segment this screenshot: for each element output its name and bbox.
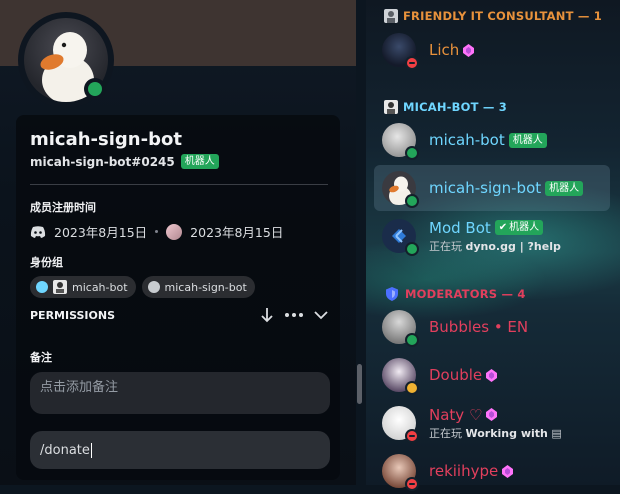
member-name: Double <box>429 366 483 384</box>
server-boost-icon <box>463 43 475 57</box>
user-profile-popout: micah-sign-bot micah-sign-bot#0245 机器人 成… <box>0 0 362 485</box>
text-caret <box>90 442 92 458</box>
member-name: micah-sign-bot <box>429 179 542 197</box>
roles-heading: 身份组 <box>30 256 63 269</box>
role-list: micah-bot micah-sign-bot <box>30 276 255 298</box>
note-input[interactable]: 点击添加备注 <box>30 372 330 414</box>
member-group-header: MODERATORS — 4 <box>384 286 526 302</box>
message-input-value: /donate <box>40 442 90 458</box>
bot-badge: 机器人 <box>180 154 219 169</box>
permissions-actions <box>260 307 328 323</box>
server-boost-icon <box>486 408 498 421</box>
dnd-status-indicator <box>407 479 417 489</box>
member-list: FRIENDLY IT CONSULTANT — 1 Lich MICAH-BO… <box>366 0 620 491</box>
idle-status-indicator <box>407 383 417 393</box>
server-boost-icon <box>486 368 498 382</box>
bot-badge: 机器人 <box>508 132 547 148</box>
member-item-selected[interactable]: micah-sign-bot 机器人 <box>374 165 610 211</box>
member-group-title: FRIENDLY IT CONSULTANT — 1 <box>403 9 602 23</box>
member-avatar <box>382 358 419 395</box>
message-input[interactable]: /donate <box>30 431 330 469</box>
member-item[interactable]: rekiihype <box>374 448 610 494</box>
online-status-indicator <box>407 335 417 345</box>
role-pill[interactable]: micah-bot <box>30 276 136 298</box>
online-status-indicator <box>407 148 417 158</box>
chevron-down-icon[interactable] <box>314 310 328 320</box>
role-icon <box>53 280 67 294</box>
verified-bot-badge: ✔ 机器人 <box>494 220 544 235</box>
profile-username-tag: micah-sign-bot#0245 <box>30 154 175 169</box>
bot-badge: 机器人 <box>545 180 584 196</box>
divider <box>30 184 328 185</box>
member-name: Lich <box>429 41 460 59</box>
member-item[interactable]: Naty ♡ 正在玩 Working with ▤ <box>374 400 610 446</box>
member-item[interactable]: Mod Bot ✔ 机器人 正在玩 dyno.gg | ?help <box>374 213 610 259</box>
permissions-heading: PERMISSIONS <box>30 308 116 322</box>
member-avatar <box>382 171 419 208</box>
role-pill[interactable]: micah-sign-bot <box>141 276 255 298</box>
member-avatar <box>382 406 419 443</box>
member-activity: 正在玩 dyno.gg | ?help <box>429 239 561 253</box>
verified-check-icon: ✔ <box>498 222 508 233</box>
member-name: micah-bot <box>429 131 505 149</box>
shield-icon <box>386 287 398 301</box>
member-name: Naty ♡ <box>429 405 483 424</box>
profile-body: micah-sign-bot micah-sign-bot#0245 机器人 成… <box>16 115 340 480</box>
more-options-icon[interactable] <box>284 312 304 318</box>
member-avatar <box>382 123 419 160</box>
role-color-dot <box>36 281 48 293</box>
arrow-down-icon[interactable] <box>260 307 274 323</box>
member-avatar <box>382 310 419 347</box>
member-name: rekiihype <box>429 462 499 480</box>
document-icon: ▤ <box>551 426 562 440</box>
profile-display-name: micah-sign-bot <box>30 129 182 150</box>
scrollbar-thumb[interactable] <box>357 364 362 404</box>
member-avatar <box>382 33 419 70</box>
member-group-header: MICAH-BOT — 3 <box>384 100 507 114</box>
online-status-indicator <box>407 196 417 206</box>
permissions-row: PERMISSIONS <box>30 307 328 323</box>
note-heading: 备注 <box>30 351 52 364</box>
member-item[interactable]: Lich <box>374 27 610 73</box>
role-icon <box>384 9 398 23</box>
member-activity: 正在玩 Working with ▤ <box>429 426 562 440</box>
member-group-title: MODERATORS — 4 <box>405 287 526 301</box>
server-join-date: 2023年8月15日 <box>190 225 284 240</box>
role-icon <box>384 100 398 114</box>
role-color-dot <box>147 281 160 293</box>
member-item[interactable]: Bubbles • EN <box>374 304 610 350</box>
dnd-status-indicator <box>407 431 417 441</box>
profile-tag-row: micah-sign-bot#0245 机器人 <box>30 154 219 169</box>
member-item[interactable]: Double <box>374 352 610 398</box>
member-since-heading: 成员注册时间 <box>30 201 96 214</box>
member-avatar <box>382 219 419 256</box>
server-icon <box>166 223 183 240</box>
server-boost-icon <box>502 464 514 478</box>
member-item[interactable]: micah-bot 机器人 <box>374 117 610 163</box>
member-since-dates: 2023年8月15日 2023年8月15日 <box>30 222 283 241</box>
discord-join-date: 2023年8月15日 <box>54 225 148 240</box>
member-avatar <box>382 454 419 491</box>
role-label: micah-sign-bot <box>164 280 247 294</box>
dnd-status-indicator <box>407 58 417 68</box>
online-status-indicator <box>84 78 106 100</box>
online-status-indicator <box>407 244 417 254</box>
member-name: Bubbles • EN <box>429 318 529 336</box>
member-group-title: MICAH-BOT — 3 <box>403 100 507 114</box>
member-group-header: FRIENDLY IT CONSULTANT — 1 <box>384 9 602 23</box>
date-separator <box>155 230 159 233</box>
role-label: micah-bot <box>72 280 128 294</box>
discord-icon <box>30 225 46 238</box>
member-name: Mod Bot <box>429 218 491 237</box>
